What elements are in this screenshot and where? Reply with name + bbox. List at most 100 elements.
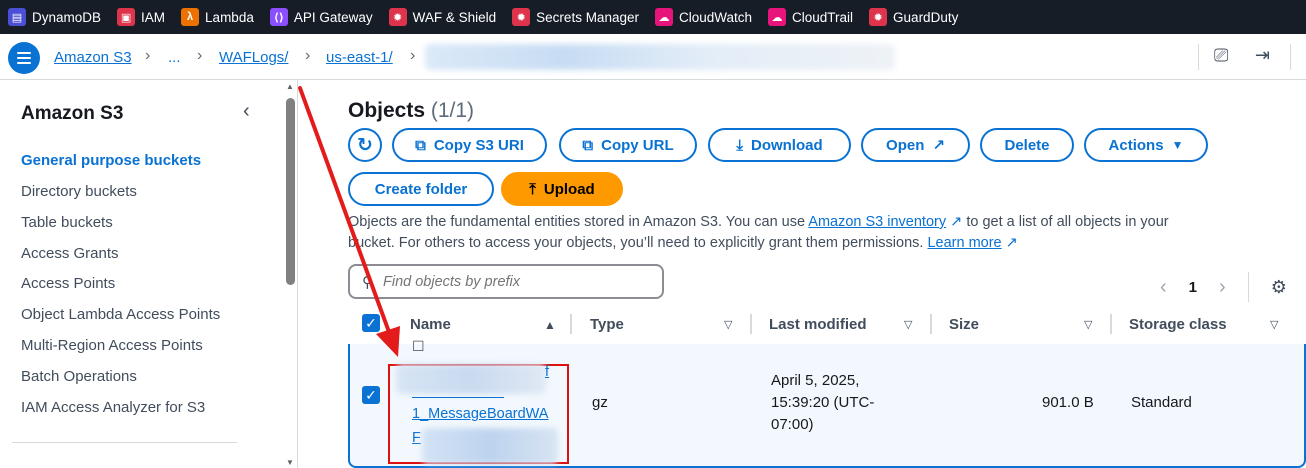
copy-icon: ⧉ bbox=[415, 136, 426, 154]
search-icon: ⚲ bbox=[362, 273, 373, 291]
shortcut-label: GuardDuty bbox=[893, 9, 959, 25]
create-folder-button[interactable]: Create folder bbox=[348, 172, 494, 206]
s3-inventory-link[interactable]: Amazon S3 inventory bbox=[808, 214, 946, 230]
object-name-link[interactable]: 1_MessageBoardWA bbox=[412, 406, 548, 422]
select-all-checkbox[interactable]: ✓ bbox=[362, 314, 380, 332]
shortcut-label: DynamoDB bbox=[32, 9, 102, 25]
shortcut-guardduty[interactable]: ✹ GuardDuty bbox=[869, 8, 958, 26]
sidebar: Amazon S3 ‹ General purpose buckets Dire… bbox=[0, 80, 298, 468]
chevron-right-icon: › bbox=[410, 47, 416, 64]
shortcut-api-gateway[interactable]: ⟨⟩ API Gateway bbox=[269, 8, 373, 26]
shortcut-iam[interactable]: ▣ IAM bbox=[117, 8, 165, 26]
iam-icon: ▣ bbox=[117, 8, 136, 26]
shortcut-label: CloudTrail bbox=[792, 9, 854, 25]
last-modified-line-2: 15:39:20 (UTC- bbox=[771, 394, 875, 411]
breadcrumb-bar: Amazon S3 › ... › WAFLogs/ › us-east-1/ … bbox=[0, 34, 1306, 80]
sidebar-item-access-points[interactable]: Access Points bbox=[21, 275, 115, 292]
shortcut-label: Secrets Manager bbox=[536, 9, 639, 25]
screen-search-icon[interactable]: ⎚ bbox=[1214, 45, 1228, 66]
chevron-left-icon[interactable]: ‹ bbox=[1160, 276, 1167, 299]
breadcrumb-amazon-s3[interactable]: Amazon S3 bbox=[54, 49, 132, 66]
search-input[interactable] bbox=[383, 273, 643, 290]
description-line-2: bucket. For others to access your object… bbox=[348, 235, 1018, 251]
last-modified-line-1: April 5, 2025, bbox=[771, 372, 860, 389]
column-header-type[interactable]: Type bbox=[590, 316, 624, 333]
shortcut-cloudwatch[interactable]: ☁ CloudWatch bbox=[654, 8, 753, 26]
upload-icon: ⤒ bbox=[529, 180, 536, 198]
last-modified-line-3: 07:00) bbox=[771, 416, 814, 433]
chevron-right-icon[interactable]: › bbox=[1219, 276, 1226, 299]
open-button[interactable]: Open ↗ bbox=[861, 128, 970, 162]
shortcut-secrets-manager[interactable]: ✹ Secrets Manager bbox=[512, 8, 639, 26]
page-number[interactable]: 1 bbox=[1189, 279, 1197, 296]
shortcut-cloudtrail[interactable]: ☁ CloudTrail bbox=[768, 8, 853, 26]
shortcut-lambda[interactable]: λ Lambda bbox=[181, 8, 254, 26]
copy-s3-uri-button[interactable]: ⧉ Copy S3 URI bbox=[392, 128, 547, 162]
sort-icon[interactable]: ▽ bbox=[904, 318, 912, 331]
chevron-left-icon[interactable]: ‹ bbox=[243, 100, 250, 123]
shortcut-label: CloudWatch bbox=[678, 9, 753, 25]
sidebar-scrollbar-thumb[interactable] bbox=[286, 98, 295, 285]
redacted-name-part bbox=[422, 428, 558, 464]
objects-panel: Objects (1/1) ↻ ⧉ Copy S3 URI ⧉ Copy URL ⤓… bbox=[326, 80, 1306, 468]
chevron-right-icon: › bbox=[145, 47, 151, 64]
download-icon: ⤓ bbox=[736, 136, 743, 154]
menu-toggle-button[interactable] bbox=[8, 42, 40, 74]
selection-count: (1/1) bbox=[430, 99, 475, 122]
actions-dropdown[interactable]: Actions ▼ bbox=[1084, 128, 1208, 162]
refresh-button[interactable]: ↻ bbox=[348, 128, 382, 162]
shortcut-dynamodb[interactable]: ▤ DynamoDB bbox=[8, 8, 101, 26]
column-header-size[interactable]: Size bbox=[949, 316, 979, 333]
column-header-name[interactable]: Name bbox=[410, 316, 451, 333]
delete-button[interactable]: Delete bbox=[980, 128, 1074, 162]
sort-icon[interactable]: ▽ bbox=[1270, 318, 1278, 331]
sidebar-item-access-grants[interactable]: Access Grants bbox=[21, 245, 119, 262]
search-field[interactable]: ⚲ bbox=[348, 264, 664, 299]
external-link-icon: ↗ bbox=[950, 214, 963, 230]
sort-icon[interactable]: ▽ bbox=[1084, 318, 1092, 331]
object-type: gz bbox=[592, 394, 608, 411]
guardduty-icon: ✹ bbox=[869, 8, 888, 26]
breadcrumb-ellipsis[interactable]: ... bbox=[168, 49, 181, 66]
shortcut-label: API Gateway bbox=[293, 9, 373, 25]
download-button[interactable]: ⤓ Download bbox=[708, 128, 851, 162]
learn-more-link[interactable]: Learn more bbox=[927, 235, 1001, 251]
sidebar-item-multi-region-access-points[interactable]: Multi-Region Access Points bbox=[21, 337, 203, 354]
scroll-down-icon[interactable]: ▼ bbox=[286, 458, 294, 467]
sidebar-item-table-buckets[interactable]: Table buckets bbox=[21, 214, 113, 231]
object-name-fragment[interactable]: F bbox=[412, 430, 421, 446]
sidebar-item-batch-operations[interactable]: Batch Operations bbox=[21, 368, 137, 385]
sort-icon[interactable]: ▽ bbox=[724, 318, 732, 331]
shortcut-waf[interactable]: ✹ WAF & Shield bbox=[388, 8, 497, 26]
sidebar-title: Amazon S3 bbox=[21, 103, 124, 124]
column-header-last-modified[interactable]: Last modified bbox=[769, 316, 867, 333]
column-header-storage-class[interactable]: Storage class bbox=[1129, 316, 1227, 333]
upload-button[interactable]: ⤒ Upload bbox=[501, 172, 623, 206]
panel-toggle-icon[interactable]: ⇥ bbox=[1255, 45, 1270, 66]
sidebar-item-general-purpose-buckets[interactable]: General purpose buckets bbox=[21, 152, 201, 169]
shortcut-label: WAF & Shield bbox=[412, 9, 497, 25]
table-row[interactable]: ✓ ☐ f 1_MessageBoardWA F gz April 5, 202… bbox=[348, 338, 1306, 468]
settings-icon[interactable]: ⚙ bbox=[1271, 277, 1287, 298]
object-size: 901.0 B bbox=[1042, 394, 1094, 411]
chevron-right-icon: › bbox=[197, 47, 203, 64]
cloudwatch-icon: ☁ bbox=[654, 8, 673, 26]
sort-ascending-icon[interactable]: ▲ bbox=[544, 318, 556, 332]
storage-class: Standard bbox=[1131, 394, 1192, 411]
scroll-up-icon[interactable]: ▲ bbox=[286, 82, 294, 91]
breadcrumb-waflogs[interactable]: WAFLogs/ bbox=[219, 49, 288, 66]
sidebar-item-iam-access-analyzer[interactable]: IAM Access Analyzer for S3 bbox=[21, 399, 205, 416]
sidebar-item-object-lambda-access-points[interactable]: Object Lambda Access Points bbox=[21, 306, 220, 323]
sidebar-divider bbox=[12, 442, 237, 443]
copy-icon: ⧉ bbox=[582, 136, 594, 154]
row-checkbox[interactable]: ✓ bbox=[362, 386, 380, 404]
shortcut-label: Lambda bbox=[205, 9, 254, 25]
file-icon: ☐ bbox=[412, 338, 425, 354]
api-gateway-icon: ⟨⟩ bbox=[269, 8, 288, 26]
object-name-fragment[interactable]: f bbox=[545, 364, 549, 380]
refresh-icon: ↻ bbox=[357, 134, 373, 156]
copy-url-button[interactable]: ⧉ Copy URL bbox=[559, 128, 697, 162]
breadcrumb-us-east-1[interactable]: us-east-1/ bbox=[326, 49, 393, 66]
sidebar-item-directory-buckets[interactable]: Directory buckets bbox=[21, 183, 137, 200]
chevron-right-icon: › bbox=[305, 47, 311, 64]
